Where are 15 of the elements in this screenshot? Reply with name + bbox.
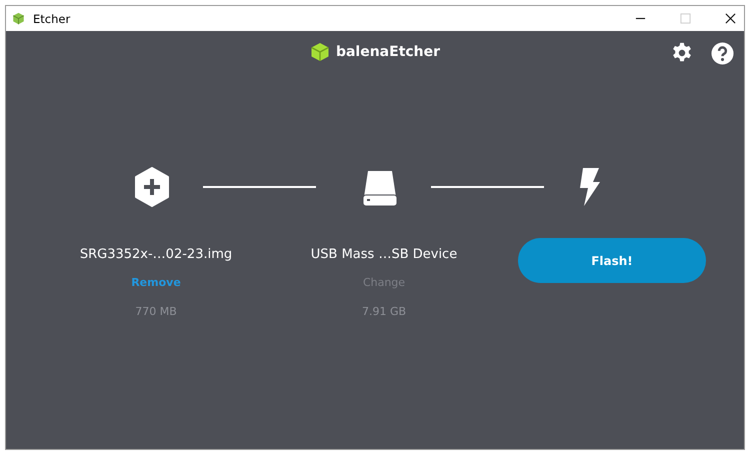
step-link[interactable]: Remove [131, 276, 181, 289]
flash-button[interactable]: Flash! [518, 238, 706, 283]
help-icon[interactable] [711, 42, 734, 65]
size-label: 770 MB [135, 305, 177, 318]
step-name: USB Mass …SB Device [310, 247, 458, 262]
step-name: SRG3352x-…02-23.img [80, 247, 232, 262]
size-label: 7.91 GB [362, 305, 406, 318]
lightning-icon [577, 167, 601, 207]
settings-icon[interactable] [671, 42, 693, 64]
close-icon[interactable] [725, 13, 736, 24]
window-title: Etcher [33, 12, 70, 26]
logo-text: balenaEtcher [336, 44, 440, 60]
cube-icon [310, 42, 330, 62]
add-image-icon [134, 167, 170, 207]
cube-icon [12, 12, 25, 25]
